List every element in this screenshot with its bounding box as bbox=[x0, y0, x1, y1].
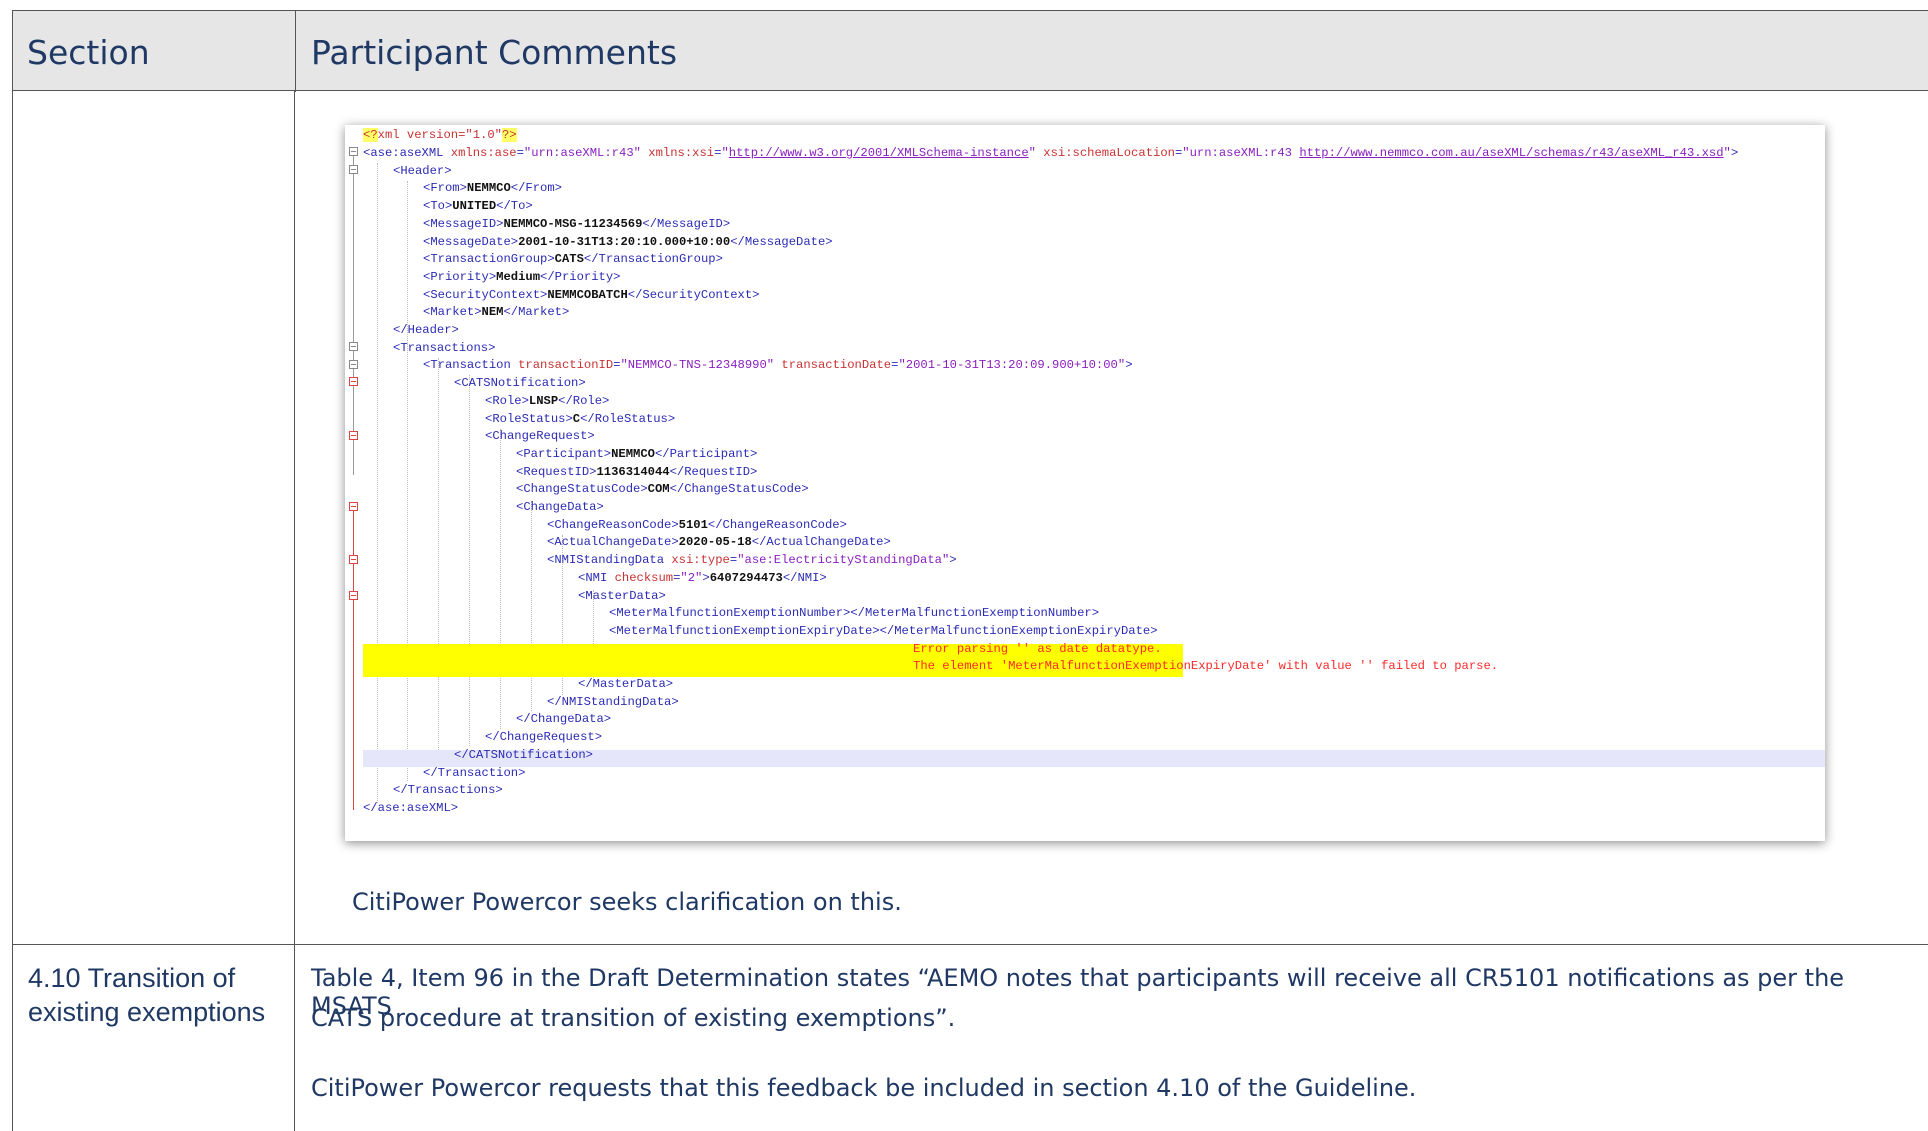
xml-line: <ChangeRequest> bbox=[485, 429, 595, 444]
xml-line: <ase:aseXML xmlns:ase="urn:aseXML:r43" x… bbox=[363, 146, 1739, 160]
xml-line: <RoleStatus>C</RoleStatus> bbox=[485, 411, 676, 426]
xml-line: <Header> bbox=[393, 163, 452, 178]
xml-error-line-1: Error parsing '' as date datatype. bbox=[913, 641, 1162, 656]
column-divider bbox=[294, 90, 295, 1131]
xml-line: </Header> bbox=[393, 323, 459, 337]
xml-line: <MessageID>NEMMCO-MSG-11234569</MessageI… bbox=[423, 216, 731, 231]
row2-section: 4.10 Transition of existing exemptions bbox=[28, 963, 266, 1027]
xml-line: <ChangeStatusCode>COM</ChangeStatusCode> bbox=[516, 482, 809, 497]
xml-line: <From>NEMMCO</From> bbox=[423, 181, 562, 196]
xml-line: </Transaction> bbox=[423, 765, 526, 780]
xml-line: <NMI checksum="2">6407294473</NMI> bbox=[578, 570, 827, 585]
xml-line: <?xml version="1.0"?> bbox=[363, 128, 517, 142]
xml-line: <NMIStandingData xsi:type="ase:Electrici… bbox=[547, 553, 957, 568]
xml-line: <RequestID>1136314044</RequestID> bbox=[516, 464, 758, 479]
row2-comment-para2: CitiPower Powercor requests that this fe… bbox=[311, 1074, 1417, 1102]
xml-line: </CATSNotification> bbox=[454, 747, 593, 762]
xml-line: <Participant>NEMMCO</Participant> bbox=[516, 446, 758, 461]
xml-line: <ChangeReasonCode>5101</ChangeReasonCode… bbox=[547, 517, 847, 532]
row-divider bbox=[12, 944, 1928, 945]
xml-code: <?xml version="1.0"?> <ase:aseXML xmlns:… bbox=[345, 125, 1825, 841]
xml-line: </NMIStandingData> bbox=[547, 694, 679, 709]
xml-line: <Role>LNSP</Role> bbox=[485, 393, 610, 408]
xml-line: <MessageDate>2001-10-31T13:20:10.000+10:… bbox=[423, 234, 833, 249]
xml-line: </MasterData> bbox=[578, 677, 674, 691]
xml-line: </ChangeRequest> bbox=[485, 730, 603, 745]
xml-line: </ChangeData> bbox=[516, 712, 612, 727]
xml-error-line-2: The element 'MeterMalfunctionExemptionEx… bbox=[913, 659, 1499, 674]
header-participant-comments: Participant Comments bbox=[311, 33, 678, 72]
xml-line: </ase:aseXML> bbox=[363, 800, 459, 815]
xml-line: <Priority>Medium</Priority> bbox=[423, 269, 621, 284]
xml-editor-screenshot: <?xml version="1.0"?> <ase:aseXML xmlns:… bbox=[345, 125, 1825, 841]
header-section: Section bbox=[27, 33, 150, 72]
xml-line: <Transactions> bbox=[393, 340, 496, 355]
xml-line: <Transaction transactionID="NEMMCO-TNS-1… bbox=[423, 358, 1133, 373]
header-divider bbox=[295, 11, 296, 92]
xml-line: <MeterMalfunctionExemptionExpiryDate></M… bbox=[609, 623, 1158, 638]
xml-line: <CATSNotification> bbox=[454, 376, 586, 391]
table-header-row: Section Participant Comments bbox=[12, 10, 1928, 92]
xml-line: <To>UNITED</To> bbox=[423, 199, 533, 214]
xml-line: </Transactions> bbox=[393, 783, 503, 798]
xml-line: <SecurityContext>NEMMCOBATCH</SecurityCo… bbox=[423, 287, 760, 302]
xml-line: <MasterData> bbox=[578, 588, 666, 603]
row2-comment-line2: CATS procedure at transition of existing… bbox=[311, 1004, 956, 1032]
table-left-border bbox=[12, 90, 13, 1131]
xml-line: <MeterMalfunctionExemptionNumber></Meter… bbox=[609, 606, 1100, 621]
xml-line: <ActualChangeDate>2020-05-18</ActualChan… bbox=[547, 535, 891, 550]
xml-line: <ChangeData> bbox=[516, 500, 604, 514]
xml-line: <TransactionGroup>CATS</TransactionGroup… bbox=[423, 252, 723, 267]
xml-line: <Market>NEM</Market> bbox=[423, 305, 570, 320]
row1-comment: CitiPower Powercor seeks clarification o… bbox=[352, 888, 902, 916]
